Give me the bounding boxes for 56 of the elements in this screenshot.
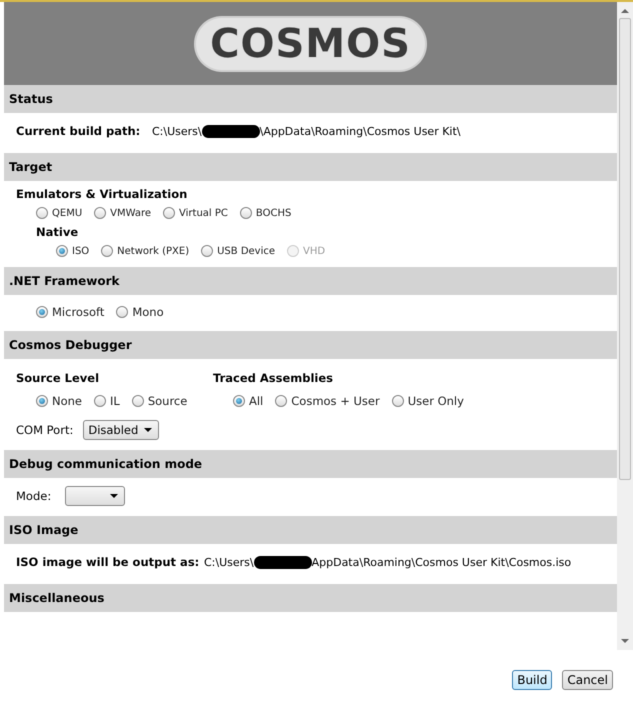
radio-option: BOCHS xyxy=(240,207,292,219)
group-title: Source Level xyxy=(16,371,100,385)
radio-option: Microsoft xyxy=(36,305,104,319)
radio-option: Virtual PC xyxy=(163,207,228,219)
dialog-button[interactable]: Build xyxy=(512,670,552,690)
section-header: ISO Image xyxy=(4,516,617,544)
section-header: Status xyxy=(4,85,617,113)
radio-icon[interactable] xyxy=(392,395,404,407)
field-label: ISO image will be output as: xyxy=(16,555,200,569)
group-title: Emulators & Virtualization xyxy=(16,187,188,201)
scroll-up-icon[interactable] xyxy=(621,8,629,14)
radio-option: VMWare xyxy=(94,207,152,219)
radio-option: Cosmos + User xyxy=(275,394,380,408)
field-label: Current build path: xyxy=(16,124,142,138)
section-header: .NET Framework xyxy=(4,267,617,295)
radio-icon[interactable] xyxy=(56,245,68,257)
radio-icon[interactable] xyxy=(233,395,245,407)
radio-icon[interactable] xyxy=(94,395,106,407)
radio-option: QEMU xyxy=(36,207,82,219)
section-header: Cosmos Debugger xyxy=(4,331,617,359)
dialog-button[interactable]: Cancel xyxy=(562,670,613,690)
radio-option: Source xyxy=(132,394,188,408)
scroll-down-icon[interactable] xyxy=(621,638,629,644)
dropdown[interactable] xyxy=(65,486,126,506)
section-header: Miscellaneous xyxy=(4,584,617,612)
radio-icon[interactable] xyxy=(94,207,106,219)
radio-option: Network (PXE) xyxy=(101,245,190,257)
radio-icon[interactable] xyxy=(36,306,48,318)
radio-icon[interactable] xyxy=(132,395,144,407)
group-title: Native xyxy=(36,225,78,239)
radio-option: Mono xyxy=(116,305,164,319)
radio-option: VHD xyxy=(287,245,326,257)
radio-option: USB Device xyxy=(201,245,276,257)
section-header: Debug communication mode xyxy=(4,450,617,478)
path-text: C:\Users\ AppData\Roaming\Cosmos User Kit\Cosmos.iso xyxy=(204,556,572,568)
radio-option: All xyxy=(233,394,264,408)
field-label: COM Port: xyxy=(16,423,74,437)
radio-icon[interactable] xyxy=(201,245,214,257)
section-header: Target xyxy=(4,153,617,181)
radio-icon[interactable] xyxy=(275,395,288,407)
dropdown[interactable]: Disabled xyxy=(83,420,160,440)
app-logo: COSMOS xyxy=(196,18,425,70)
radio-option: User Only xyxy=(392,394,464,408)
radio-option: IL xyxy=(94,394,120,408)
radio-option: ISO xyxy=(56,245,90,257)
radio-icon[interactable] xyxy=(116,306,128,318)
scrollbar[interactable] xyxy=(617,2,633,650)
path-text: C:\Users\ \AppData\Roaming\Cosmos User Kit\ xyxy=(152,124,460,138)
group-title: Traced Assemblies xyxy=(213,371,334,385)
radio-icon[interactable] xyxy=(101,245,114,257)
radio-icon[interactable] xyxy=(36,207,48,219)
field-label: Mode: xyxy=(16,489,52,503)
radio-icon[interactable] xyxy=(163,207,176,219)
radio-option: None xyxy=(36,394,82,408)
radio-icon[interactable] xyxy=(36,395,48,407)
radio-icon[interactable] xyxy=(240,207,252,219)
